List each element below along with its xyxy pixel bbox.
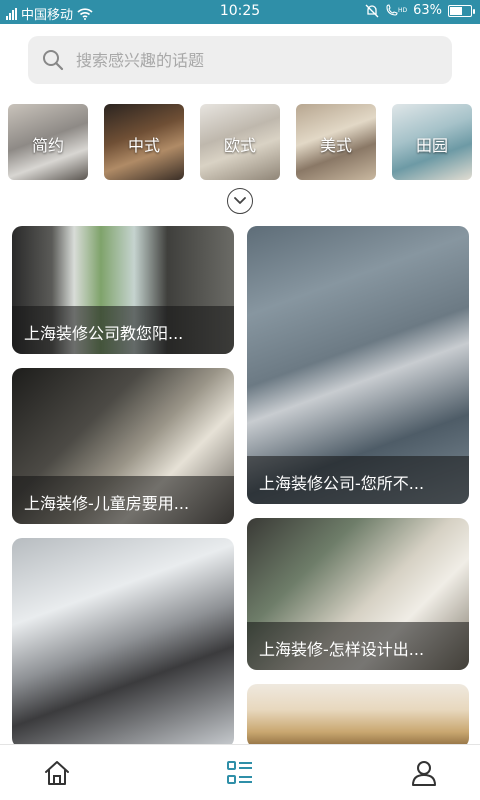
category-label: 简约 xyxy=(31,136,64,155)
feed-card-title: 上海装修-儿童房要用... xyxy=(12,476,234,524)
category-label: 田园 xyxy=(415,136,448,155)
feed-card-title: 上海装修公司教您阳... xyxy=(12,306,234,354)
expand-categories-button[interactable] xyxy=(227,188,253,214)
chevron-down-icon xyxy=(234,197,246,204)
status-bar: 中国移动 10:25 HD 63% xyxy=(0,0,480,24)
category-pastoral[interactable]: 田园 xyxy=(392,104,472,180)
category-european[interactable]: 欧式 xyxy=(200,104,280,180)
hd-call-icon: HD xyxy=(386,3,407,16)
category-american[interactable]: 美式 xyxy=(296,104,376,180)
nav-home-button[interactable] xyxy=(43,759,71,787)
bottom-navigation xyxy=(0,744,480,800)
category-chinese[interactable]: 中式 xyxy=(104,104,184,180)
mute-bell-icon xyxy=(365,4,379,17)
nav-profile-button[interactable] xyxy=(410,759,438,787)
nav-list-button[interactable] xyxy=(226,759,254,787)
feed-card[interactable]: 上海装修-儿童房要用... xyxy=(12,368,234,524)
feed-card[interactable] xyxy=(12,538,234,748)
feed-card[interactable] xyxy=(247,684,469,748)
category-label: 欧式 xyxy=(223,136,256,155)
category-label: 美式 xyxy=(319,136,352,155)
search-box[interactable] xyxy=(28,36,452,84)
search-input[interactable] xyxy=(76,50,416,70)
category-label: 中式 xyxy=(127,136,160,155)
battery-percent: 63% xyxy=(413,3,442,18)
feed-card[interactable]: 上海装修-怎样设计出... xyxy=(247,518,469,670)
svg-text:HD: HD xyxy=(398,7,407,14)
style-category-list: 简约 中式 欧式 美式 田园 xyxy=(8,104,480,180)
feed-card-title: 上海装修-怎样设计出... xyxy=(247,622,469,670)
user-icon xyxy=(412,761,436,786)
home-icon xyxy=(45,761,69,785)
list-icon xyxy=(227,761,252,784)
feed-card[interactable]: 上海装修公司教您阳... xyxy=(12,226,234,354)
search-bar-area xyxy=(0,24,480,98)
feed-card[interactable]: 上海装修公司-您所不... xyxy=(247,226,469,504)
search-icon xyxy=(43,50,64,71)
battery-icon xyxy=(448,4,475,17)
category-simple[interactable]: 简约 xyxy=(8,104,88,180)
feed-card-title: 上海装修公司-您所不... xyxy=(247,456,469,504)
